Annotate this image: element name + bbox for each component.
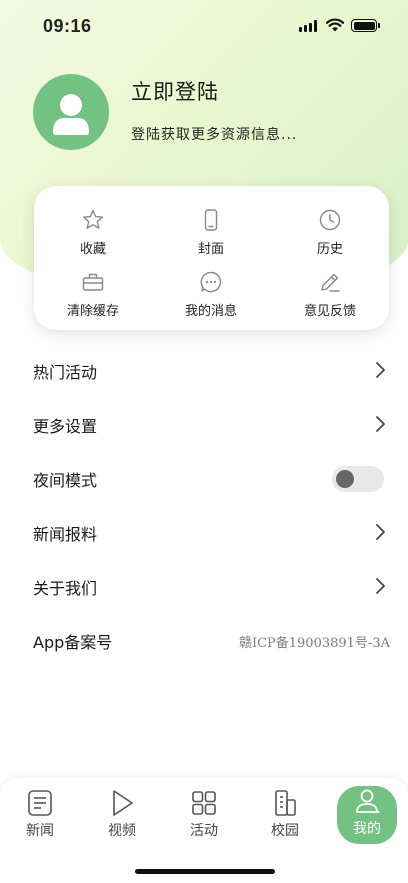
menu-item-hot-activities[interactable]: 热门活动 <box>0 344 408 398</box>
clock-icon <box>319 209 341 231</box>
app-record-number: 赣ICP备19003891号-3A <box>238 636 390 651</box>
tab-mine[interactable]: 我的 <box>337 786 397 844</box>
shortcut-label: 历史 <box>316 242 343 257</box>
wifi-icon <box>326 18 344 32</box>
status-bar: 09:16 <box>0 0 408 54</box>
user-silhouette-icon <box>53 94 89 135</box>
toggle-knob <box>336 470 354 488</box>
menu-item-label: App备案号 <box>33 633 113 652</box>
login-subtitle: 登陆获取更多资源信息... <box>131 127 298 143</box>
phone-icon <box>204 209 218 231</box>
news-icon <box>28 790 52 816</box>
login-title[interactable]: 立即登陆 <box>131 76 219 106</box>
avatar[interactable] <box>33 74 109 150</box>
status-time: 09:16 <box>43 16 92 36</box>
play-icon <box>113 790 133 816</box>
chevron-right-icon <box>376 524 385 540</box>
cellular-signal-icon <box>299 20 319 32</box>
shortcut-feedback[interactable]: 意见反馈 <box>271 270 389 322</box>
tab-news[interactable]: 新闻 <box>10 788 70 850</box>
star-icon <box>83 209 103 229</box>
pencil-icon <box>321 273 340 292</box>
user-icon <box>356 789 380 813</box>
shortcut-label: 我的消息 <box>184 304 237 319</box>
battery-icon <box>351 19 380 32</box>
settings-menu: 热门活动 更多设置 夜间模式 新闻报料 关于我们 App备案号 赣ICP备190… <box>0 344 408 668</box>
grid-icon <box>192 791 216 815</box>
shortcut-cover[interactable]: 封面 <box>152 208 270 260</box>
bottom-tab-bar: 新闻 视频 活动 校园 我的 <box>0 778 408 883</box>
menu-item-about-us[interactable]: 关于我们 <box>0 560 408 614</box>
menu-item-more-settings[interactable]: 更多设置 <box>0 398 408 452</box>
toolbox-icon <box>82 273 104 291</box>
message-icon <box>200 271 222 293</box>
shortcut-label: 清除缓存 <box>66 304 119 319</box>
tab-label: 新闻 <box>26 823 54 839</box>
shortcut-favorites[interactable]: 收藏 <box>34 208 152 260</box>
home-indicator <box>135 869 275 874</box>
chevron-right-icon <box>376 416 385 432</box>
menu-item-label: 关于我们 <box>33 579 98 598</box>
tab-label: 我的 <box>353 821 381 837</box>
menu-item-label: 更多设置 <box>33 417 98 436</box>
chevron-right-icon <box>376 578 385 594</box>
tab-video[interactable]: 视频 <box>92 788 152 850</box>
menu-item-night-mode: 夜间模式 <box>0 452 408 506</box>
menu-item-app-record: App备案号 赣ICP备19003891号-3A <box>0 614 408 668</box>
menu-item-label: 新闻报料 <box>33 525 98 544</box>
chevron-right-icon <box>376 362 385 378</box>
shortcut-label: 意见反馈 <box>303 304 356 319</box>
shortcut-card: 收藏 封面 历史 清除缓存 我的消息 意见反馈 <box>34 186 389 330</box>
shortcut-messages[interactable]: 我的消息 <box>152 270 270 322</box>
tab-label: 活动 <box>190 823 218 839</box>
night-mode-toggle[interactable] <box>332 466 384 492</box>
menu-item-label: 夜间模式 <box>33 471 98 490</box>
tab-campus[interactable]: 校园 <box>255 788 315 850</box>
tab-label: 视频 <box>108 823 136 839</box>
tab-label: 校园 <box>271 823 299 839</box>
shortcut-clear-cache[interactable]: 清除缓存 <box>34 270 152 322</box>
menu-item-news-report[interactable]: 新闻报料 <box>0 506 408 560</box>
menu-item-label: 热门活动 <box>33 363 98 382</box>
shortcut-label: 封面 <box>197 242 224 257</box>
tab-activities[interactable]: 活动 <box>174 788 234 850</box>
shortcut-label: 收藏 <box>79 242 106 257</box>
building-icon <box>275 790 296 816</box>
shortcut-history[interactable]: 历史 <box>271 208 389 260</box>
